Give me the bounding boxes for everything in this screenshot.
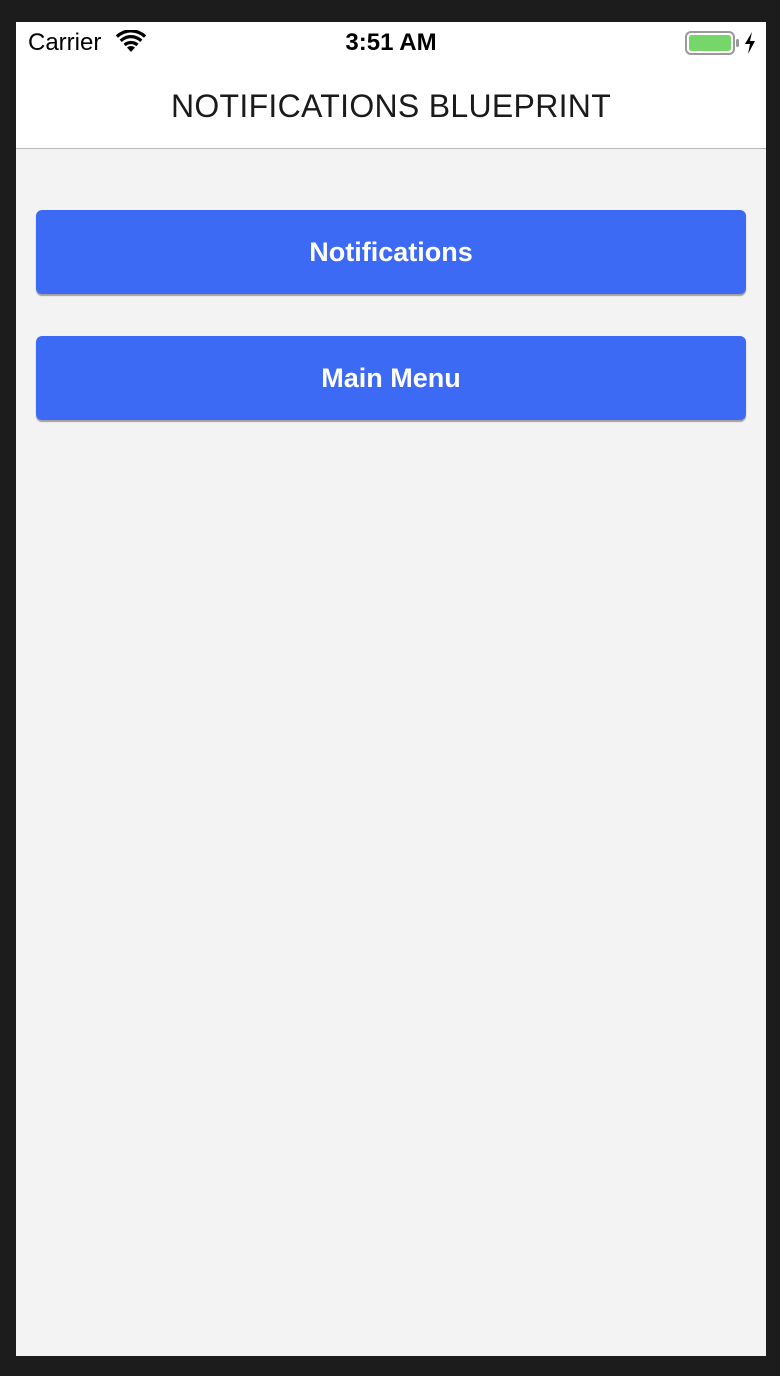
device-screen: Carrier 3:51 AM NOTIFICATIONS BLUEPRINT xyxy=(16,22,766,1356)
clock-time: 3:51 AM xyxy=(345,29,437,56)
main-menu-button[interactable]: Main Menu xyxy=(36,336,746,420)
navigation-bar: NOTIFICATIONS BLUEPRINT xyxy=(16,64,766,149)
page-title: NOTIFICATIONS BLUEPRINT xyxy=(170,88,612,124)
battery-icon xyxy=(685,31,741,55)
charging-bolt-icon xyxy=(744,32,756,54)
status-bar: Carrier 3:51 AM xyxy=(16,22,766,64)
notifications-button[interactable]: Notifications xyxy=(36,210,746,294)
